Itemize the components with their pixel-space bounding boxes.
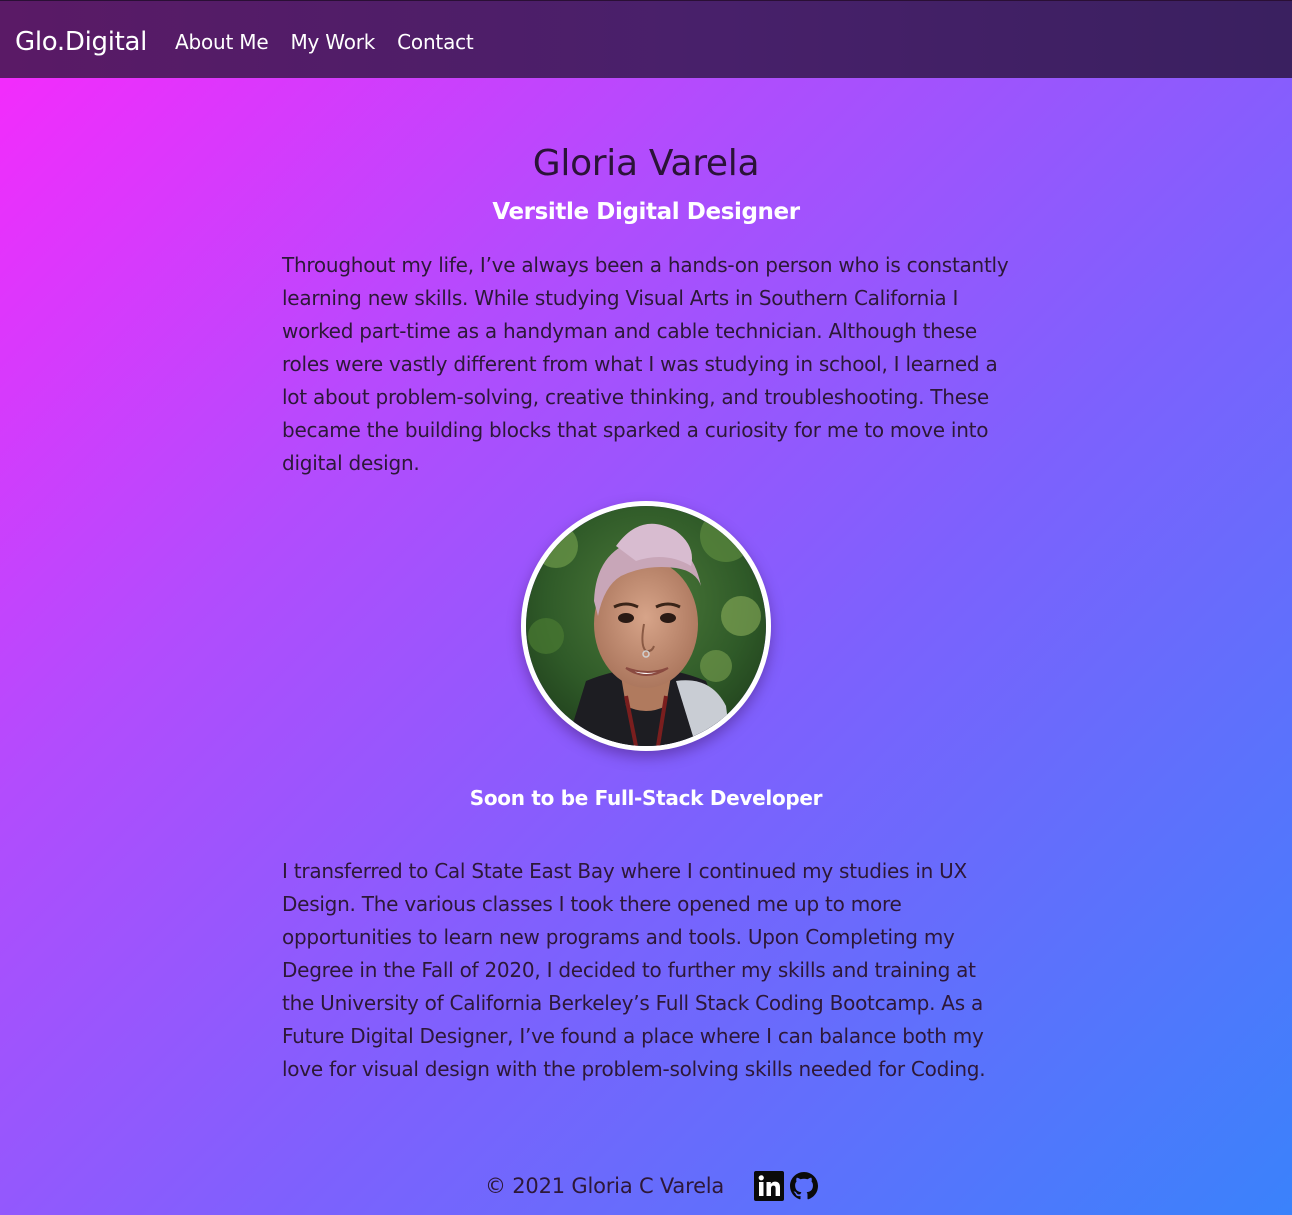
section-subtitle: Soon to be Full-Stack Developer xyxy=(469,786,823,810)
social-links xyxy=(754,1171,819,1201)
linkedin-link[interactable] xyxy=(754,1171,785,1201)
profile-name: Gloria Varela xyxy=(532,143,760,184)
nav-links: About Me My Work Contact xyxy=(175,29,474,55)
github-icon xyxy=(790,1172,819,1200)
navbar: Glo.Digital About Me My Work Contact xyxy=(0,0,1292,78)
brand-logo-link[interactable]: Glo.Digital xyxy=(15,25,147,59)
profile-photo xyxy=(521,501,771,751)
about-paragraph-2: I transferred to Cal State East Bay wher… xyxy=(282,859,986,1081)
github-link[interactable] xyxy=(790,1172,819,1200)
about-paragraph-1: Throughout my life, I’ve always been a h… xyxy=(282,253,1009,475)
linkedin-icon xyxy=(754,1171,785,1201)
nav-link-about-me[interactable]: About Me xyxy=(175,29,269,55)
copyright-text: © 2021 Gloria C Varela xyxy=(485,1174,725,1198)
nav-link-contact[interactable]: Contact xyxy=(397,29,474,55)
footer: © 2021 Gloria C Varela xyxy=(485,1168,819,1204)
profile-tagline: Versitle Digital Designer xyxy=(492,199,800,225)
nav-link-my-work[interactable]: My Work xyxy=(290,29,375,55)
